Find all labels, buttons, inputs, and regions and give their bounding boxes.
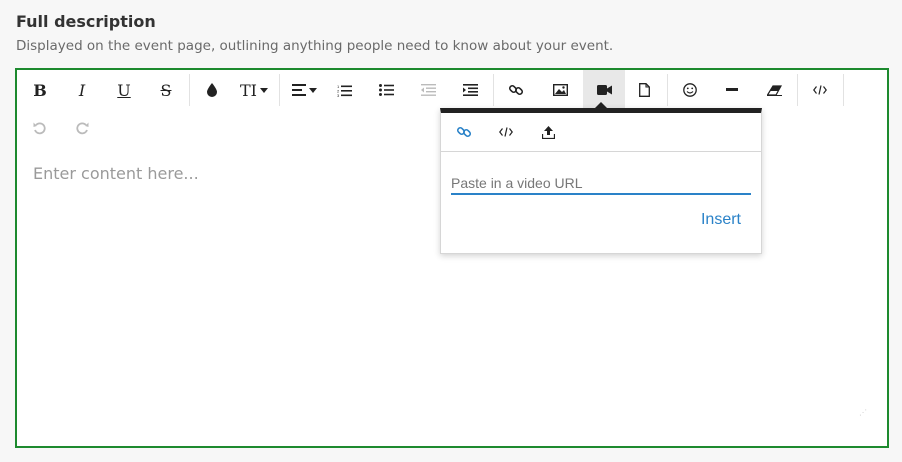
toolbar-divider [493,74,494,106]
undo-icon [33,122,46,135]
link-icon [457,126,471,138]
align-left-icon [291,84,306,96]
bullet-list-icon [378,84,394,96]
code-icon [813,85,827,95]
tab-upload[interactable] [527,113,569,151]
strikethrough-icon: S [160,80,172,100]
toolbar-divider [797,74,798,106]
code-icon [499,127,513,137]
video-url-input[interactable] [451,173,751,195]
upload-icon [541,125,555,139]
toolbar-divider [189,74,190,106]
toolbar-divider [667,74,668,106]
strikethrough-button[interactable]: S [145,70,187,110]
italic-icon: I [78,80,86,100]
insert-button[interactable]: Insert [701,211,741,229]
undo-button[interactable] [19,108,61,148]
ordered-list-button[interactable]: 123 [323,70,365,110]
indent-icon [462,84,478,96]
clear-formatting-button[interactable] [753,70,795,110]
svg-text:3: 3 [337,93,340,97]
text-size-icon: TI [240,80,257,100]
underline-button[interactable]: U [103,70,145,110]
code-view-button[interactable] [799,70,841,110]
editor-toolbar: B I U S TI 123 [17,70,847,135]
horizontal-rule-button[interactable] [711,70,753,110]
droplet-icon [207,83,217,97]
field-title: Full description [16,12,156,31]
bold-icon: B [33,80,47,100]
outdent-button[interactable] [407,70,449,110]
text-size-button[interactable]: TI [233,70,275,110]
italic-button[interactable]: I [61,70,103,110]
field-description: Displayed on the event page, outlining a… [16,38,614,54]
file-icon [638,83,650,97]
indent-button[interactable] [449,70,491,110]
emoji-button[interactable] [669,70,711,110]
popover-tabs [441,113,761,152]
redo-icon [76,122,89,135]
bullet-list-button[interactable] [365,70,407,110]
align-button[interactable] [283,70,325,110]
toolbar-divider [279,74,280,106]
resize-handle-icon[interactable]: ⋰ [859,408,867,417]
link-icon [509,84,523,96]
horizontal-line-icon [726,88,738,91]
file-button[interactable] [623,70,665,110]
eraser-icon [766,84,782,96]
underline-icon: U [117,80,131,100]
redo-button[interactable] [61,108,103,148]
caret-down-icon [308,87,317,93]
outdent-icon [420,84,436,96]
tab-embed-code[interactable] [485,113,527,151]
smiley-icon [683,83,697,97]
video-insert-popover: Insert [440,108,762,254]
ordered-list-icon: 123 [337,84,352,97]
editor-placeholder[interactable]: Enter content here... [33,164,199,183]
link-button[interactable] [495,70,537,110]
bold-button[interactable]: B [19,70,61,110]
text-color-button[interactable] [191,70,233,110]
image-icon [552,84,568,96]
tab-video-by-url[interactable] [443,113,485,151]
caret-down-icon [260,87,268,93]
video-camera-icon [596,85,612,95]
image-button[interactable] [539,70,581,110]
toolbar-divider [843,74,844,106]
